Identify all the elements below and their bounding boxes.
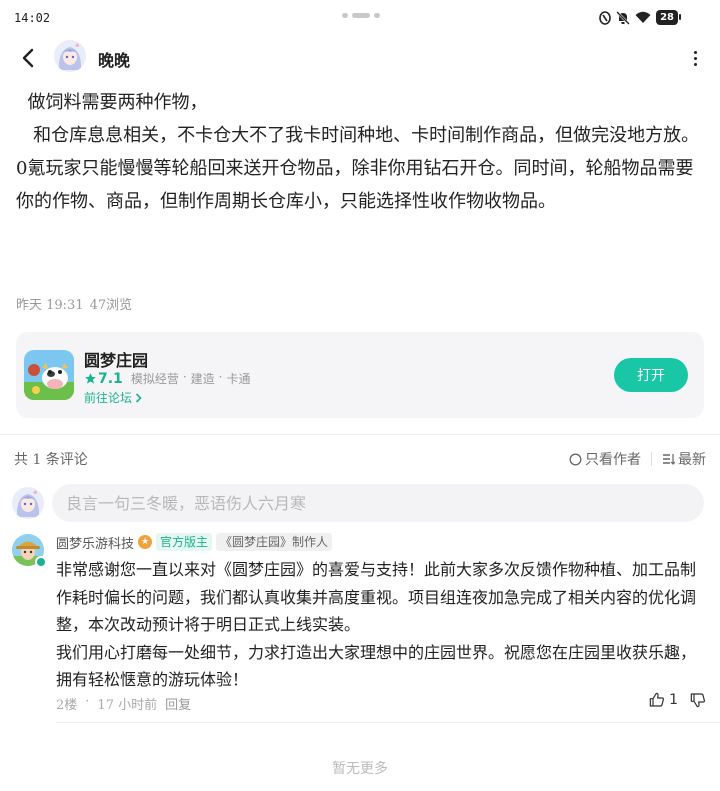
more-dot-icon (693, 50, 697, 54)
sort-list-icon (663, 454, 675, 465)
wifi-icon (635, 11, 651, 23)
header-bar: 晚晚 (0, 36, 720, 80)
only-author-label: 只看作者 (585, 452, 641, 468)
my-avatar (12, 487, 44, 519)
post-paragraph: 做饲料需要两种作物， (16, 92, 208, 113)
more-dot-icon (693, 56, 697, 60)
commenter-name[interactable]: 圆梦乐游科技 (56, 533, 134, 552)
forum-link-label: 前往论坛 (84, 391, 133, 405)
only-author-toggle[interactable]: 只看作者 (569, 449, 641, 469)
filter-separator (651, 452, 652, 466)
comment-filters: 只看作者 最新 (569, 449, 706, 469)
app-name[interactable]: 圆梦庄园 (84, 347, 148, 371)
app-score: 7.1 (84, 371, 123, 387)
anime-girl-avatar-icon (12, 487, 44, 519)
farm-cow-icon (24, 350, 74, 400)
comment-paragraph: 非常感谢您一直以来对《圆梦庄园》的喜爱与支持！此前大家多次反馈作物种植、加工品制… (56, 560, 697, 634)
post-body: 做饲料需要两种作物， 和仓库息息相关，不卡仓大不了我卡时间种地、卡时间制作商品，… (16, 86, 706, 218)
producer-badge: 《圆梦庄园》制作人 (216, 533, 333, 551)
status-time: 14:02 (14, 11, 51, 25)
go-to-forum-link[interactable]: 前往论坛 (84, 389, 142, 406)
mute-bell-icon (616, 10, 630, 25)
thumbs-up-icon (649, 692, 665, 707)
app-tags: 模拟经营 · 建造 · 卡通 (131, 370, 251, 387)
anime-girl-avatar-icon (54, 40, 86, 72)
back-button[interactable] (16, 44, 42, 72)
verified-badge-icon (35, 556, 47, 568)
radio-circle-icon (569, 453, 582, 465)
more-options-button[interactable] (690, 46, 700, 70)
more-dot-icon (693, 62, 697, 66)
comment-footer: 2楼 · 17 小时前 回复 1 (56, 692, 706, 713)
comment-time: 17 小时前 (97, 698, 158, 713)
status-icons: 28 (599, 10, 681, 25)
comment-divider (56, 722, 720, 723)
comment-input[interactable] (52, 484, 704, 522)
official-moderator-badge: 官方版主 (156, 533, 213, 551)
app-tag: 模拟经营 (130, 372, 179, 386)
app-tag: 卡通 (226, 372, 251, 386)
nfc-icon (599, 10, 611, 25)
comment-actions: 1 (649, 692, 706, 708)
like-count: 1 (669, 692, 678, 708)
dislike-button[interactable] (690, 692, 706, 708)
chevron-left-icon (22, 48, 34, 68)
sort-latest-button[interactable]: 最新 (662, 449, 706, 469)
comment-floor: 2楼 (56, 698, 78, 713)
no-more-indicator: 暂无更多 (332, 761, 388, 777)
official-crown-icon: ★ (138, 535, 153, 549)
comment-meta: 2楼 · 17 小时前 回复 (56, 694, 191, 713)
comment-header: 圆梦乐游科技 ★ 官方版主 《圆梦庄园》制作人 (56, 532, 333, 552)
game-app-icon[interactable] (24, 350, 74, 400)
post-meta: 昨天 19:31 47浏览 (16, 294, 132, 313)
comment-body: 非常感谢您一直以来对《圆梦庄园》的喜爱与支持！此前大家多次反馈作物种植、加工品制… (56, 556, 706, 694)
app-tag: 建造 (190, 372, 215, 386)
post-views: 47浏览 (89, 298, 133, 313)
app-tag-separator: · (218, 370, 223, 384)
sort-latest-label: 最新 (678, 452, 706, 468)
reply-button[interactable]: 回复 (165, 694, 191, 713)
app-rating-row: 7.1 模拟经营 · 建造 · 卡通 (84, 370, 251, 387)
star-icon (85, 373, 96, 384)
multitask-indicator[interactable] (342, 13, 380, 18)
post-paragraph: 和仓库息息相关，不卡仓大不了我卡时间种地、卡时间制作商品，但做完没地方放。0氪玩… (16, 125, 700, 212)
app-tag-separator: · (182, 370, 187, 384)
app-score-value: 7.1 (98, 370, 123, 387)
comment-paragraph: 我们用心打磨每一处细节，力求打造出大家理想中的庄园世界。祝愿您在庄园里收获乐趣，… (56, 642, 697, 690)
status-bar: 14:02 28 (0, 0, 720, 36)
comments-toolbar: 共 1 条评论 只看作者 最新 (14, 449, 706, 469)
open-app-button[interactable]: 打开 (614, 358, 688, 392)
avatar[interactable] (54, 40, 86, 72)
comment-meta-dot: · (85, 694, 90, 709)
section-divider (0, 434, 720, 435)
comment-count: 共 1 条评论 (14, 452, 88, 468)
comment-input-row (0, 484, 720, 522)
battery-indicator: 28 (656, 10, 681, 25)
post-date: 昨天 19:31 (16, 298, 84, 313)
chevron-right-icon (135, 392, 142, 403)
thumbs-down-icon (690, 693, 705, 708)
commenter-avatar[interactable] (12, 534, 47, 568)
app-card[interactable]: 圆梦庄园 7.1 模拟经营 · 建造 · 卡通 前往论坛 打开 (16, 332, 704, 418)
post-author-name[interactable]: 晚晚 (98, 47, 130, 71)
like-button[interactable]: 1 (649, 692, 678, 708)
